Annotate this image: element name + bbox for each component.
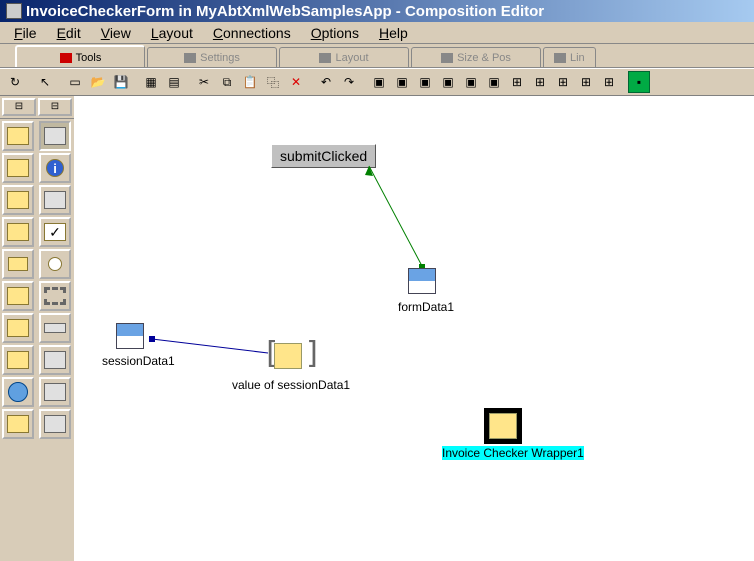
workspace: ⊟ ⊟ i ✓ <box>0 96 754 561</box>
dist-button-1[interactable]: ⊞ <box>506 71 528 93</box>
palette-item-globe[interactable] <box>2 377 34 407</box>
delete-button[interactable]: ✕ <box>285 71 307 93</box>
node-session-data-label: sessionData1 <box>102 354 175 368</box>
open-button[interactable]: 📂 <box>87 71 109 93</box>
canvas[interactable]: submitClicked formData1 sessionData1 [ ]… <box>76 96 754 561</box>
palette-item-rows[interactable] <box>39 377 71 407</box>
session-data-icon <box>116 323 144 349</box>
link-icon <box>554 53 566 63</box>
run-button[interactable]: ▪ <box>628 71 650 93</box>
tab-layout[interactable]: Layout <box>279 47 409 67</box>
tab-bar: Tools Settings Layout Size & Pos Lin <box>0 44 754 68</box>
paste-button[interactable]: 📋 <box>239 71 261 93</box>
layout-icon <box>319 53 331 63</box>
palette-item-container[interactable] <box>2 217 34 247</box>
palette-item-info[interactable]: i <box>39 153 71 183</box>
palette-item-card[interactable] <box>2 409 34 439</box>
palette-item-list[interactable] <box>2 281 34 311</box>
tab-label: Settings <box>200 52 240 64</box>
align-button-1[interactable]: ▣ <box>368 71 390 93</box>
bracket-right-icon: ] <box>304 339 322 369</box>
palette-item-cols[interactable] <box>39 409 71 439</box>
align-button-4[interactable]: ▣ <box>437 71 459 93</box>
copy-button[interactable]: ⧉ <box>216 71 238 93</box>
palette-header: ⊟ ⊟ <box>0 96 74 119</box>
refresh-button[interactable]: ↻ <box>4 71 26 93</box>
node-submit-clicked[interactable]: submitClicked <box>271 144 376 168</box>
node-value-session-label: value of sessionData1 <box>232 378 350 392</box>
window-title: InvoiceCheckerForm in MyAbtXmlWebSamples… <box>26 3 544 20</box>
node-form-data[interactable] <box>406 266 438 296</box>
node-form-data-label: formData1 <box>398 300 454 314</box>
connection-green[interactable] <box>369 166 422 266</box>
dist-button-3[interactable]: ⊞ <box>552 71 574 93</box>
invoice-wrapper-icon <box>489 413 517 439</box>
app-icon <box>6 3 22 19</box>
tab-settings[interactable]: Settings <box>147 47 277 67</box>
menu-options[interactable]: Options <box>301 24 369 42</box>
sizepos-icon <box>441 53 453 63</box>
palette-item-window[interactable] <box>39 121 71 151</box>
title-bar: InvoiceCheckerForm in MyAbtXmlWebSamples… <box>0 0 754 22</box>
menu-connections[interactable]: Connections <box>203 24 301 42</box>
menu-file[interactable]: File <box>4 24 47 42</box>
palette-item-folder[interactable] <box>2 153 34 183</box>
tab-label: Lin <box>570 52 585 64</box>
redo-button[interactable]: ↷ <box>338 71 360 93</box>
palette-cat-left[interactable]: ⊟ <box>2 98 36 116</box>
toolbar: ↻ ↖ ▭ 📂 💾 ▦ ▤ ✂ ⧉ 📋 ⿻ ✕ ↶ ↷ ▣ ▣ ▣ ▣ ▣ ▣ … <box>0 68 754 96</box>
tab-label: Size & Pos <box>457 52 511 64</box>
tab-tools[interactable]: Tools <box>15 45 145 67</box>
tab-link[interactable]: Lin <box>543 47 596 67</box>
grid-button[interactable]: ▦ <box>140 71 162 93</box>
palette-item-grid[interactable] <box>39 345 71 375</box>
menu-edit[interactable]: Edit <box>47 24 91 42</box>
palette-item-box[interactable] <box>39 281 71 311</box>
tab-sizepos[interactable]: Size & Pos <box>411 47 541 67</box>
palette-item-check[interactable]: ✓ <box>39 217 71 247</box>
palette-item-tree[interactable] <box>2 313 34 343</box>
node-invoice-wrapper-label: Invoice Checker Wrapper1 <box>442 446 584 460</box>
value-session-icon <box>274 343 302 369</box>
palette-item-panel[interactable] <box>2 185 34 215</box>
palette-cat-right[interactable]: ⊟ <box>38 98 72 116</box>
connection-blue[interactable] <box>152 339 268 353</box>
menu-bar[interactable]: File Edit View Layout Connections Option… <box>0 22 754 44</box>
palette-item-form[interactable] <box>2 121 34 151</box>
duplicate-button[interactable]: ⿻ <box>262 71 284 93</box>
palette-item-field[interactable] <box>39 313 71 343</box>
undo-button[interactable]: ↶ <box>315 71 337 93</box>
align-button-6[interactable]: ▣ <box>483 71 505 93</box>
node-value-session[interactable] <box>272 341 304 371</box>
cut-button[interactable]: ✂ <box>193 71 215 93</box>
dist-button-2[interactable]: ⊞ <box>529 71 551 93</box>
node-invoice-wrapper[interactable] <box>484 408 522 444</box>
palette-item-view[interactable] <box>2 345 34 375</box>
pointer-button[interactable]: ↖ <box>34 71 56 93</box>
node-session-data[interactable] <box>114 321 146 351</box>
new-button[interactable]: ▭ <box>64 71 86 93</box>
dist-button-5[interactable]: ⊞ <box>598 71 620 93</box>
settings-icon <box>184 53 196 63</box>
palette-item-frame[interactable] <box>2 249 34 279</box>
node-label-text: submitClicked <box>280 148 367 164</box>
menu-layout[interactable]: Layout <box>141 24 203 42</box>
menu-view[interactable]: View <box>91 24 141 42</box>
align-button-3[interactable]: ▣ <box>414 71 436 93</box>
tools-icon <box>60 53 72 63</box>
dist-button-4[interactable]: ⊞ <box>575 71 597 93</box>
snap-button[interactable]: ▤ <box>163 71 185 93</box>
align-button-5[interactable]: ▣ <box>460 71 482 93</box>
form-data-icon <box>408 268 436 294</box>
palette-item-radio[interactable] <box>39 249 71 279</box>
palette: ⊟ ⊟ i ✓ <box>0 96 76 561</box>
palette-item-table[interactable] <box>39 185 71 215</box>
tab-label: Tools <box>76 52 102 64</box>
tab-label: Layout <box>335 52 368 64</box>
align-button-2[interactable]: ▣ <box>391 71 413 93</box>
connection-endpoint[interactable] <box>149 336 155 342</box>
menu-help[interactable]: Help <box>369 24 418 42</box>
save-button[interactable]: 💾 <box>110 71 132 93</box>
